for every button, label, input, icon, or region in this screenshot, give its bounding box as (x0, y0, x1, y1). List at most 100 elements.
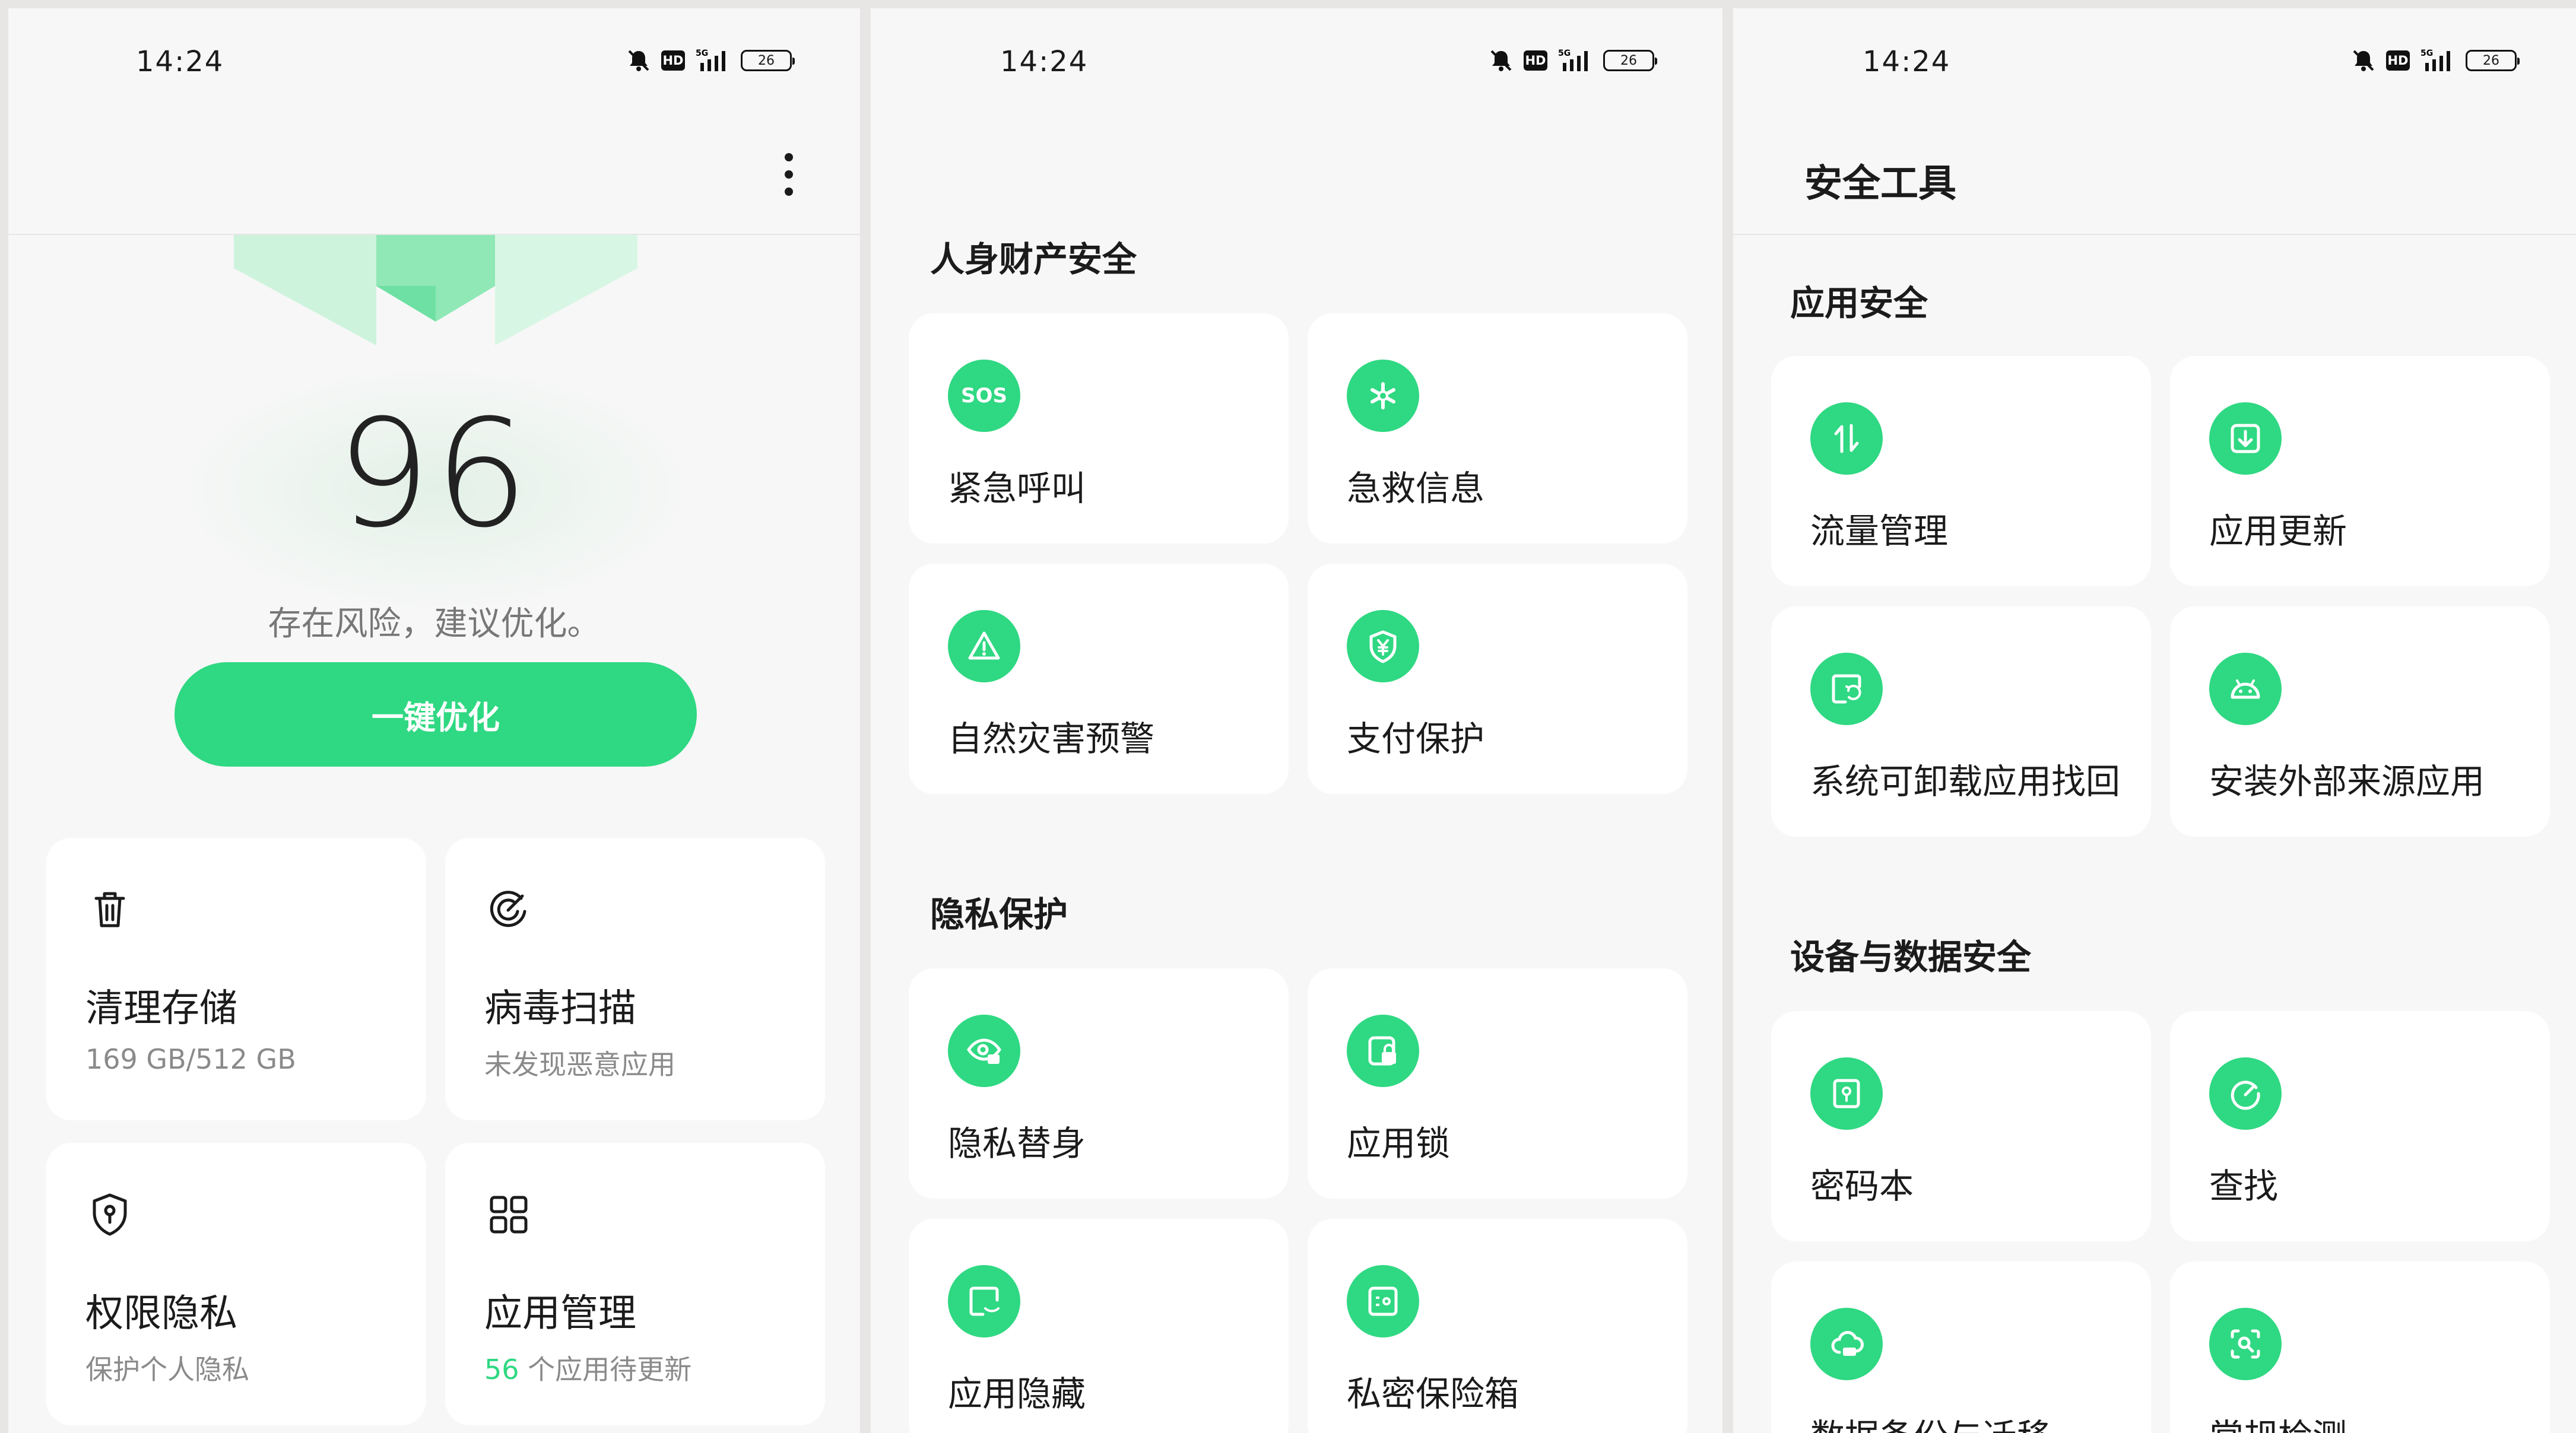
data-traffic-icon (1810, 402, 1883, 475)
app-update-tile[interactable]: 应用更新 (2170, 356, 2550, 586)
status-icons: HD 5G 26 (626, 47, 795, 74)
app-update-icon (2209, 402, 2282, 475)
status-bar: 14:24 HD 5G 26 (871, 8, 1722, 103)
tile-label: 查找 (2209, 1166, 2279, 1206)
status-time: 14:24 (1863, 45, 1951, 78)
data-traffic-tile[interactable]: 流量管理 (1771, 356, 2151, 586)
tile-label: 自然灾害预警 (948, 719, 1155, 759)
more-dot-icon (785, 153, 793, 161)
security-tools-screen: 14:24 HD 5G 26 安全工具 应用安全 流量管理 应用更新 系统可卸载… (1733, 8, 2576, 1433)
battery-indicator: 26 (741, 50, 795, 71)
security-score: 96 (336, 387, 532, 560)
pending-update-text: 个应用待更新 (519, 1353, 692, 1386)
section-title-personal-safety: 人身财产安全 (930, 239, 1137, 279)
privacy-substitute-tile[interactable]: 隐私替身 (909, 968, 1289, 1199)
status-icons: HD 5G 26 (1488, 47, 1657, 74)
svg-text:5G: 5G (696, 49, 708, 58)
status-bar: 14:24 HD 5G 26 (1733, 8, 2576, 103)
disaster-warning-tile[interactable]: 自然灾害预警 (909, 564, 1289, 794)
section-title-privacy: 隐私保护 (930, 894, 1068, 935)
page-title: 安全工具 (1804, 162, 1956, 206)
grid-apps-icon (490, 1196, 528, 1234)
first-aid-info-tile[interactable]: 急救信息 (1308, 313, 1687, 544)
permission-privacy-card[interactable]: 权限隐私 保护个人隐私 (46, 1143, 426, 1425)
card-title: 应用管理 (484, 1292, 636, 1336)
restore-system-apps-tile[interactable]: 系统可卸载应用找回 (1771, 606, 2151, 837)
card-title: 清理存储 (85, 987, 237, 1031)
find-device-icon (2209, 1057, 2282, 1130)
payment-shield-icon (1347, 610, 1419, 682)
app-management-card[interactable]: 应用管理 56 个应用待更新 (445, 1143, 825, 1425)
svg-text:5G: 5G (1558, 49, 1571, 58)
sos-icon: SOS (948, 360, 1020, 432)
battery-indicator: 26 (1603, 50, 1657, 71)
data-backup-tile[interactable]: 数据备份与迁移 (1771, 1262, 2151, 1433)
emergency-call-tile[interactable]: SOS 紧急呼叫 (909, 313, 1289, 544)
battery-indicator: 26 (2466, 50, 2520, 71)
security-shield-graphic (234, 233, 637, 345)
install-external-apps-tile[interactable]: 安装外部来源应用 (2170, 606, 2550, 837)
top-toolbar (8, 103, 860, 235)
signal-5g-icon: 5G (1558, 49, 1588, 71)
app-lock-icon (1347, 1015, 1419, 1087)
status-icons: HD 5G 26 (2350, 47, 2520, 74)
status-time: 14:24 (1000, 45, 1089, 78)
app-hide-tile[interactable]: 应用隐藏 (909, 1219, 1289, 1433)
restore-app-icon (1810, 653, 1883, 725)
password-book-tile[interactable]: 密码本 (1771, 1011, 2151, 1241)
medical-icon (1347, 360, 1419, 432)
more-dot-icon (785, 188, 793, 196)
one-click-optimize-button[interactable]: 一键优化 (175, 662, 697, 767)
virus-scan-icon (490, 891, 526, 927)
tile-label: 应用隐藏 (948, 1374, 1086, 1414)
mute-bell-icon (628, 50, 649, 71)
android-icon (2209, 653, 2282, 725)
hd-badge: HD (2386, 50, 2410, 71)
trash-icon (94, 892, 125, 927)
app-lock-tile[interactable]: 应用锁 (1308, 968, 1687, 1199)
card-title: 权限隐私 (85, 1292, 237, 1336)
tile-label: 隐私替身 (948, 1123, 1086, 1164)
password-book-icon (1810, 1057, 1883, 1130)
section-title-app-security: 应用安全 (1790, 283, 1928, 323)
mute-bell-icon (1490, 50, 1512, 71)
tile-label: 紧急呼叫 (948, 468, 1086, 509)
clean-storage-card[interactable]: 清理存储 169 GB/512 GB (46, 838, 426, 1120)
app-hide-icon (948, 1265, 1020, 1337)
card-subtitle: 未发现恶意应用 (484, 1048, 675, 1081)
tile-label: 系统可卸载应用找回 (1810, 761, 2121, 802)
routine-check-tile[interactable]: 常规检测 (2170, 1262, 2550, 1433)
virus-scan-card[interactable]: 病毒扫描 未发现恶意应用 (445, 838, 825, 1120)
security-home-screen: 14:24 HD 5G 26 96 存在风险，建议优化。 一键优化 清理存储 1… (8, 8, 860, 1433)
tile-label: 支付保护 (1347, 719, 1485, 759)
status-time: 14:24 (136, 45, 224, 78)
tile-label: 应用更新 (2209, 511, 2347, 551)
section-title-device-data-security: 设备与数据安全 (1790, 937, 2032, 977)
hd-badge: HD (661, 50, 685, 71)
payment-protection-tile[interactable]: 支付保护 (1308, 564, 1687, 794)
title-bar: 安全工具 (1733, 103, 2576, 235)
tile-label: 常规检测 (2209, 1409, 2347, 1433)
card-subtitle: 56 个应用待更新 (484, 1348, 691, 1387)
svg-text:5G: 5G (2420, 49, 2433, 58)
mute-bell-icon (2353, 50, 2374, 71)
safety-features-screen: 14:24 HD 5G 26 人身财产安全 SOS 紧急呼叫 急救信息 自然灾害… (871, 8, 1722, 1433)
private-safe-tile[interactable]: 私密保险箱 (1308, 1219, 1687, 1433)
risk-status-text: 存在风险，建议优化。 (268, 605, 601, 643)
cloud-backup-icon (1810, 1308, 1883, 1380)
card-subtitle: 169 GB/512 GB (85, 1043, 296, 1075)
status-bar: 14:24 HD 5G 26 (8, 8, 860, 103)
card-subtitle: 保护个人隐私 (85, 1353, 249, 1386)
shield-key-icon (93, 1193, 127, 1236)
signal-5g-icon: 5G (2420, 49, 2450, 71)
card-title: 病毒扫描 (484, 987, 636, 1031)
signal-5g-icon: 5G (696, 49, 725, 71)
find-device-tile[interactable]: 查找 (2170, 1011, 2550, 1241)
tile-label: 安装外部来源应用 (2209, 761, 2485, 802)
more-options-button[interactable] (777, 151, 801, 198)
more-dot-icon (785, 170, 793, 179)
pending-update-count: 56 (484, 1353, 519, 1386)
routine-check-icon (2209, 1308, 2282, 1380)
hd-badge: HD (1524, 50, 1547, 71)
tile-label: 数据备份与迁移 (1810, 1409, 2051, 1433)
